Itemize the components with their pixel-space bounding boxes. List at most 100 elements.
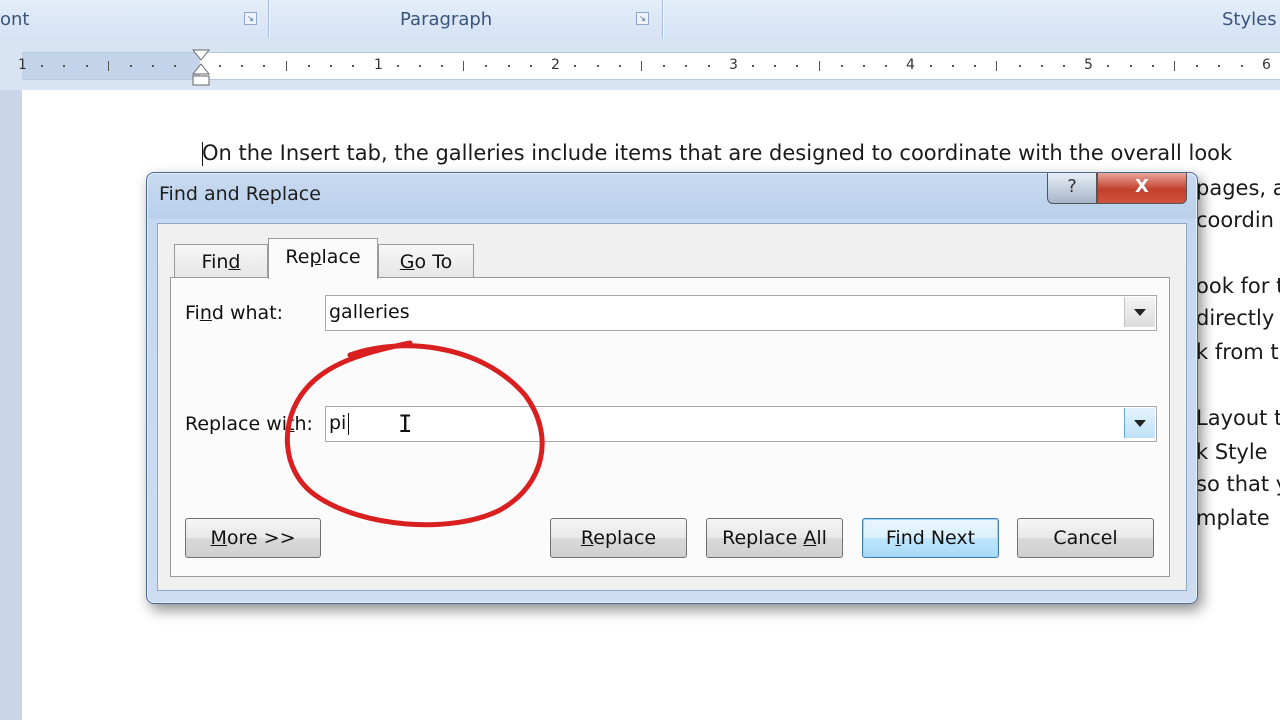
tab-label: Go To (399, 251, 453, 273)
ruler-tick (596, 65, 599, 67)
ruler-tick (1240, 65, 1243, 67)
ruler-tick (951, 65, 954, 67)
replace-all-button-label: Replace All (722, 527, 827, 549)
dialog-launcher-icon[interactable]: ↘ (636, 12, 649, 25)
ruler-tick (707, 65, 710, 67)
ruler-tick (329, 65, 332, 67)
ruler-tick (685, 65, 688, 67)
tab-replace[interactable]: Replace (268, 238, 378, 279)
ruler-tick (840, 65, 843, 67)
chevron-down-icon[interactable] (1124, 408, 1155, 438)
ruler-tick (1107, 65, 1110, 67)
ruler-tick (1040, 65, 1043, 67)
tab-label: Replace (285, 246, 361, 268)
chevron-down-icon[interactable] (1124, 297, 1155, 327)
find-what-value: galleries (329, 301, 410, 323)
ruler-tick (752, 65, 754, 67)
ruler-tick (352, 65, 355, 67)
ruler-tick (241, 65, 244, 67)
close-icon: X (1135, 176, 1149, 197)
ribbon-group-label: Styles (1222, 9, 1277, 30)
ruler-tick (463, 61, 465, 71)
find-next-button[interactable]: Find Next (862, 518, 999, 558)
ribbon-group-labels: ont ↘ Paragraph ↘ Styles (0, 0, 1280, 41)
ruler-tick (663, 65, 666, 67)
cancel-button-label: Cancel (1053, 527, 1118, 549)
ruler-tick (1062, 65, 1065, 67)
ruler-number: 2 (551, 57, 560, 73)
help-icon: ? (1067, 176, 1077, 197)
more-button-label: More >> (210, 527, 296, 549)
ruler-tick (85, 65, 88, 67)
ruler-tick (507, 65, 510, 67)
ruler-tick (107, 61, 109, 71)
ruler-tick (885, 65, 888, 67)
page-gutter (0, 90, 22, 720)
tab-label: Find (201, 251, 241, 273)
ruler-tick (41, 65, 44, 67)
ruler-tick (974, 65, 977, 67)
replace-with-label: Replace with: (185, 413, 313, 435)
ribbon-group-paragraph: Paragraph ↘ (270, 0, 663, 38)
ribbon-group-font: ont ↘ (0, 0, 269, 38)
find-what-label: Find what: (185, 302, 284, 324)
ruler-tick (774, 65, 777, 67)
more-button[interactable]: More >> (185, 518, 321, 558)
ruler-tick (418, 65, 421, 67)
indent-marker-icon[interactable] (192, 48, 210, 88)
ruler-tick (1174, 61, 1176, 71)
ruler-tick (130, 65, 133, 67)
ribbon-group-label: ont (0, 9, 30, 30)
document-line: pages, a (1196, 176, 1280, 200)
replace-with-field[interactable]: pi I (325, 406, 1157, 442)
tab-go-to[interactable]: Go To (378, 244, 474, 277)
ruler-tick (640, 61, 642, 71)
ruler-tick (1218, 65, 1221, 67)
ruler-tick (263, 65, 266, 67)
ruler-tick (152, 65, 155, 67)
find-and-replace-dialog: Find and Replace ? X Find Replace Go To … (146, 172, 1198, 604)
ruler-number: 4 (906, 57, 915, 73)
dialog-title: Find and Replace (159, 183, 321, 205)
ruler-tick (574, 65, 577, 67)
ruler-tick (307, 65, 310, 67)
help-button[interactable]: ? (1047, 173, 1097, 204)
replace-all-button[interactable]: Replace All (706, 518, 843, 558)
ruler-number: 6 (1262, 57, 1271, 73)
cancel-button[interactable]: Cancel (1017, 518, 1154, 558)
ruler-tick (996, 61, 998, 71)
replace-button-label: Replace (580, 527, 657, 549)
ruler-tick (1018, 65, 1021, 67)
ruler-tick (529, 65, 532, 67)
document-line: On the Insert tab, the galleries include… (202, 141, 1233, 165)
ruler-tick (485, 65, 488, 67)
document-line: coordin (1196, 208, 1274, 232)
ruler-tick (1129, 65, 1132, 67)
close-button[interactable]: X (1097, 173, 1187, 204)
replace-button[interactable]: Replace (550, 518, 687, 558)
ruler-number: 1 (18, 57, 27, 73)
document-line: directly (1196, 306, 1275, 330)
ruler-tick (285, 61, 287, 71)
find-what-field[interactable]: galleries (325, 295, 1157, 331)
document-line: mplate (1196, 506, 1270, 530)
ruler-tick (441, 65, 444, 67)
document-line: ook for t (1196, 274, 1280, 298)
ruler-number: 1 (374, 57, 383, 73)
replace-with-value: pi (329, 412, 347, 434)
ibeam-cursor-icon: I (398, 410, 413, 438)
dialog-launcher-icon[interactable]: ↘ (244, 12, 257, 25)
ruler-tick (1151, 65, 1154, 67)
ribbon-group-styles: Styles (664, 0, 1280, 38)
tab-find[interactable]: Find (174, 244, 268, 277)
document-line: Layout t (1196, 406, 1280, 430)
ruler-left-margin (22, 53, 200, 79)
ruler-tick (396, 65, 399, 67)
document-line: k from t (1196, 340, 1279, 364)
ruler-number: 5 (1084, 57, 1093, 73)
horizontal-ruler[interactable]: 1 1 2 3 4 5 6 (18, 52, 1280, 80)
ruler-tick (218, 65, 221, 67)
ruler-tick (1196, 65, 1199, 67)
document-line: so that y (1196, 472, 1280, 496)
ruler-tick (796, 65, 799, 67)
